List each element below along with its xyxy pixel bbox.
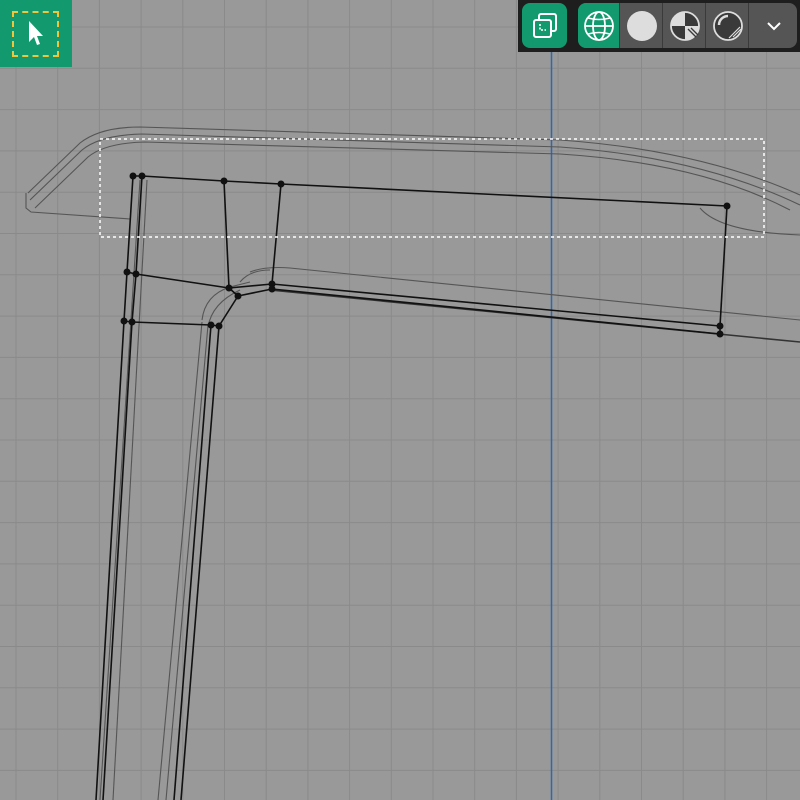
select-box-tool-button[interactable] bbox=[0, 0, 72, 67]
edit-mesh-edges bbox=[95, 175, 728, 800]
cursor-arrow-icon bbox=[29, 21, 43, 45]
3d-viewport[interactable] bbox=[0, 0, 800, 800]
overlays-button[interactable] bbox=[522, 3, 567, 48]
viewport-header-toolbar bbox=[518, 0, 800, 52]
overlays-icon bbox=[532, 12, 557, 38]
material-sphere-icon bbox=[669, 10, 700, 41]
viewport-canvas[interactable] bbox=[0, 0, 800, 800]
rendered-sphere-icon bbox=[712, 10, 743, 41]
shading-options-dropdown[interactable] bbox=[750, 3, 797, 48]
solid-shading-button[interactable] bbox=[621, 3, 663, 48]
wireframe-sphere-icon bbox=[583, 10, 614, 41]
mesh-vertices[interactable] bbox=[120, 172, 731, 338]
rendered-shading-button[interactable] bbox=[707, 3, 749, 48]
chevron-down-icon bbox=[766, 21, 781, 30]
wireframe-shading-button[interactable] bbox=[578, 3, 620, 48]
solid-sphere-icon bbox=[626, 10, 657, 41]
mesh-outline bbox=[25, 126, 800, 800]
shading-mode-group bbox=[578, 3, 797, 48]
material-preview-shading-button[interactable] bbox=[664, 3, 706, 48]
